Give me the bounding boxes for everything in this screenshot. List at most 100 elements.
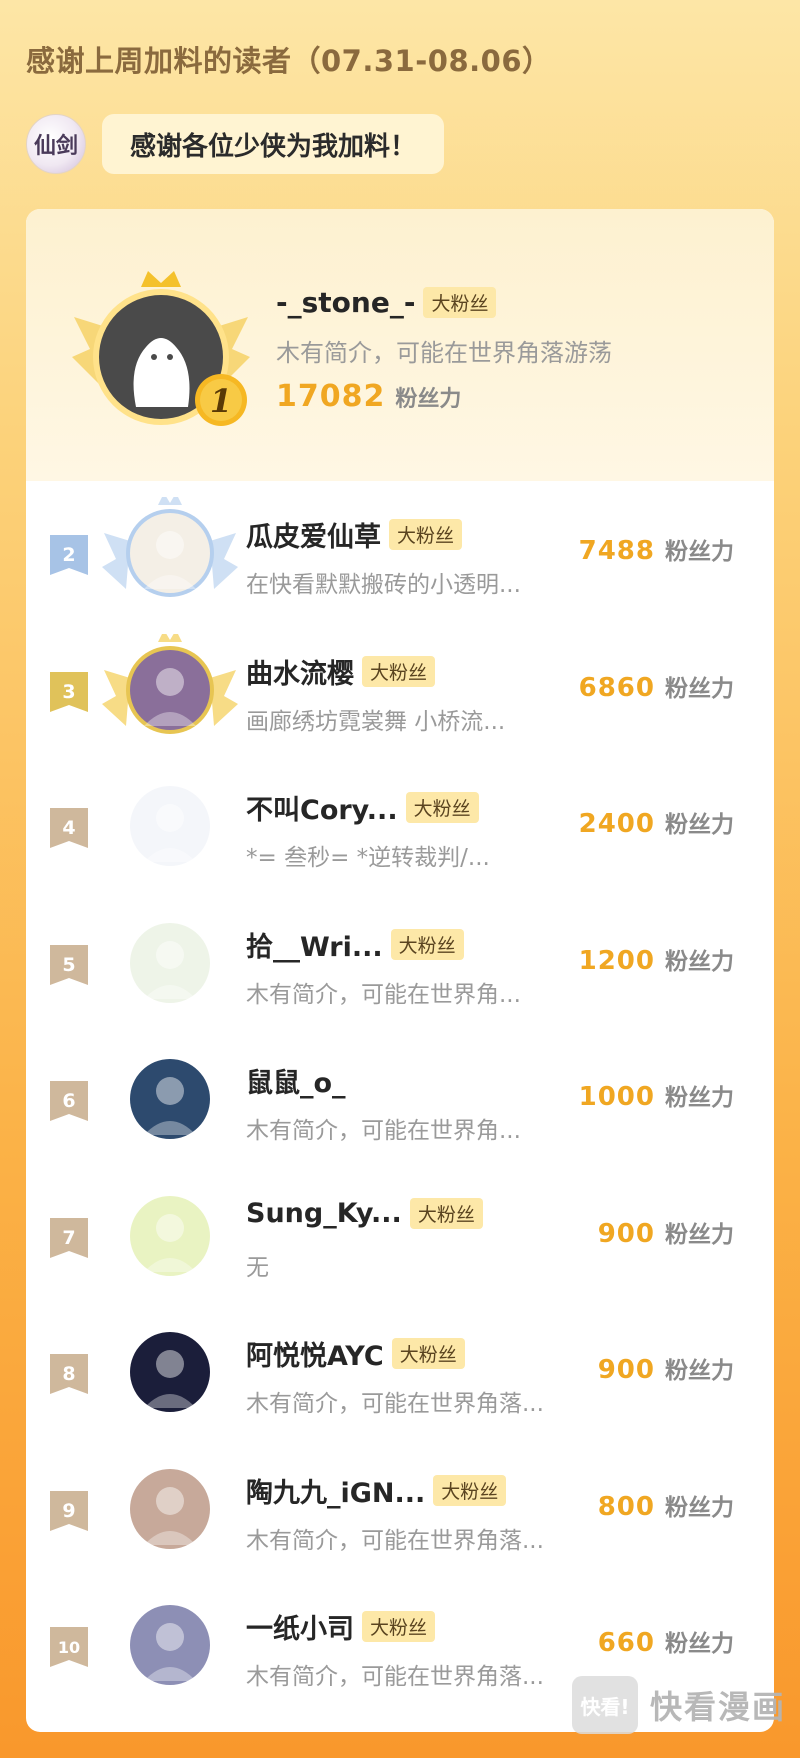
top1-name[interactable]: -_stone_- xyxy=(276,286,415,319)
top1-avatar[interactable]: 1 xyxy=(66,257,256,447)
user-name-line: 曲水流樱 大粉丝 xyxy=(246,652,436,691)
user-score: 1200 粉丝力 xyxy=(579,942,734,976)
user-name[interactable]: 陶九九_iGN... xyxy=(246,1471,425,1510)
user-avatar[interactable] xyxy=(100,1043,240,1155)
rank-flag: 10 xyxy=(50,1627,88,1671)
user-name[interactable]: 鼠鼠_o_ xyxy=(246,1061,346,1100)
score-value: 2400 xyxy=(578,809,655,839)
user-name[interactable]: 瓜皮爱仙草 xyxy=(246,515,381,554)
user-bio: 木有简介，可能在世界角... xyxy=(246,981,521,1008)
user-score: 1000 粉丝力 xyxy=(579,1078,734,1112)
score-value: 900 xyxy=(597,1355,655,1385)
user-score: 660 粉丝力 xyxy=(598,1624,734,1658)
watermark-logo-icon: 快看! xyxy=(572,1676,638,1734)
user-score: 900 粉丝力 xyxy=(598,1215,734,1249)
ranking-row[interactable]: 8 阿悦悦AYC 大粉丝木有简介，可能在世界角落... 900 粉丝力 xyxy=(26,1306,774,1442)
announcement-bubble: 感谢各位少侠为我加料！ xyxy=(102,114,445,174)
user-avatar[interactable] xyxy=(100,1316,240,1428)
user-avatar[interactable] xyxy=(100,770,240,882)
announcement-row: 仙剑 感谢各位少侠为我加料！ xyxy=(26,112,445,176)
user-bio: 画廊绣坊霓裳舞 小桥流... xyxy=(246,708,506,735)
score-unit: 粉丝力 xyxy=(665,812,734,838)
rank-number: 6 xyxy=(62,1090,75,1112)
ranking-row[interactable]: 3 曲水流樱 大粉丝画廊绣坊霓裳舞 小桥流... 6860 粉丝力 xyxy=(26,624,774,760)
user-bio: 木有简介，可能在世界角落... xyxy=(246,1664,544,1690)
user-score: 800 粉丝力 xyxy=(598,1488,734,1522)
user-name[interactable]: 一纸小司 xyxy=(246,1607,354,1646)
rank-flag: 5 xyxy=(50,944,88,989)
rank-number: 2 xyxy=(62,544,75,566)
rank-1-label: 1 xyxy=(210,382,232,420)
score-unit: 粉丝力 xyxy=(665,1085,734,1111)
score-unit: 粉丝力 xyxy=(665,1221,734,1248)
ranking-row[interactable]: 2 瓜皮爱仙草 大粉丝 在快看默默搬砖的小透明... 7488 粉丝力 xyxy=(26,487,774,623)
crown-icon xyxy=(141,271,181,287)
rank-number: 4 xyxy=(62,817,75,839)
user-avatar[interactable] xyxy=(100,629,240,746)
ranking-row[interactable]: 5 拾__Wri... 大粉丝木有简介，可能在世界角... 1200 粉丝力 xyxy=(26,897,774,1033)
rank-number: 5 xyxy=(62,954,75,976)
rank-number: 9 xyxy=(62,1500,75,1522)
rank-flag: 3 xyxy=(50,671,88,716)
ranking-row[interactable]: 4 不叫Cory... 大粉丝 *= 叁秒= *逆转裁判/... 2400 粉丝力 xyxy=(26,760,774,896)
rank-number: 7 xyxy=(62,1227,75,1249)
score-unit: 粉丝力 xyxy=(665,1494,734,1521)
user-score: 6860 粉丝力 xyxy=(579,669,734,703)
score-value: 800 xyxy=(597,1491,655,1522)
top1-section[interactable]: 1 -_stone_- 大粉丝 木有简介，可能在世界角落游荡 17082 粉丝力 xyxy=(26,209,774,481)
ranking-row[interactable]: 6 鼠鼠_o_ 木有简介，可能在世界角... 1000 粉丝力 xyxy=(26,1033,774,1169)
user-name-line: 陶九九_iGN... 大粉丝 xyxy=(246,1471,507,1510)
user-name[interactable]: 曲水流樱 xyxy=(246,652,354,691)
ranking-row[interactable]: 7 Sung_Ky... 大粉丝无 900 粉丝力 xyxy=(26,1170,774,1306)
user-bio: 木有简介，可能在世界角落... xyxy=(246,1527,544,1554)
big-fan-badge: 大粉丝 xyxy=(390,928,464,960)
score-unit: 粉丝力 xyxy=(665,675,734,702)
score-unit: 粉丝力 xyxy=(395,387,462,412)
user-avatar[interactable] xyxy=(100,1589,240,1701)
user-score: 900 粉丝力 xyxy=(598,1351,734,1385)
author-avatar[interactable]: 仙剑 xyxy=(26,114,86,174)
rank-flag: 4 xyxy=(50,808,88,852)
user-score: 7488 粉丝力 xyxy=(579,532,734,566)
rank-flag: 8 xyxy=(50,1354,88,1398)
user-bio: 木有简介，可能在世界角... xyxy=(246,1118,521,1144)
user-avatar[interactable] xyxy=(100,1180,240,1292)
big-fan-badge: 大粉丝 xyxy=(405,792,479,823)
user-name-line: 一纸小司 大粉丝 xyxy=(246,1607,436,1646)
score-value: 6860 xyxy=(578,672,655,703)
ranking-row[interactable]: 9 陶九九_iGN... 大粉丝木有简介，可能在世界角落... 800 粉丝力 xyxy=(26,1443,774,1579)
top1-score-value: 17082 xyxy=(276,379,386,414)
rank-number: 3 xyxy=(62,681,75,703)
user-name-line: 阿悦悦AYC 大粉丝 xyxy=(246,1334,465,1373)
score-value: 660 xyxy=(597,1628,655,1658)
user-bio: *= 叁秒= *逆转裁判/... xyxy=(246,845,490,871)
score-unit: 粉丝力 xyxy=(665,1631,734,1657)
watermark: 快看! 快看漫画 xyxy=(572,1676,786,1734)
score-unit: 粉丝力 xyxy=(665,539,734,565)
user-score: 2400 粉丝力 xyxy=(579,805,734,839)
big-fan-badge: 大粉丝 xyxy=(362,1611,436,1642)
top1-name-line: -_stone_- 大粉丝 xyxy=(276,286,497,319)
rank-number: 10 xyxy=(58,1638,80,1657)
big-fan-badge: 大粉丝 xyxy=(362,655,436,687)
user-bio: 木有简介，可能在世界角落... xyxy=(246,1391,544,1417)
user-avatar[interactable] xyxy=(100,907,240,1019)
top1-score: 17082 粉丝力 xyxy=(276,379,461,414)
score-value: 7488 xyxy=(578,536,655,566)
user-avatar[interactable] xyxy=(100,1453,240,1565)
user-name[interactable]: 不叫Cory... xyxy=(246,788,398,827)
rank-number: 8 xyxy=(62,1363,75,1385)
user-name-line: Sung_Ky... 大粉丝 xyxy=(246,1197,483,1229)
user-bio: 在快看默默搬砖的小透明... xyxy=(246,572,521,598)
user-name[interactable]: Sung_Ky... xyxy=(246,1198,402,1229)
rank-flag: 9 xyxy=(50,1490,88,1535)
user-name[interactable]: 阿悦悦AYC xyxy=(246,1334,384,1373)
score-unit: 粉丝力 xyxy=(665,948,734,975)
score-value: 900 xyxy=(597,1218,655,1249)
rank-flag: 2 xyxy=(50,535,88,579)
big-fan-badge: 大粉丝 xyxy=(433,1474,507,1506)
user-name[interactable]: 拾__Wri... xyxy=(246,925,383,964)
ranking-card: 1 -_stone_- 大粉丝 木有简介，可能在世界角落游荡 17082 粉丝力… xyxy=(26,209,774,1732)
user-avatar[interactable] xyxy=(100,493,240,609)
user-name-line: 鼠鼠_o_ xyxy=(246,1061,346,1100)
